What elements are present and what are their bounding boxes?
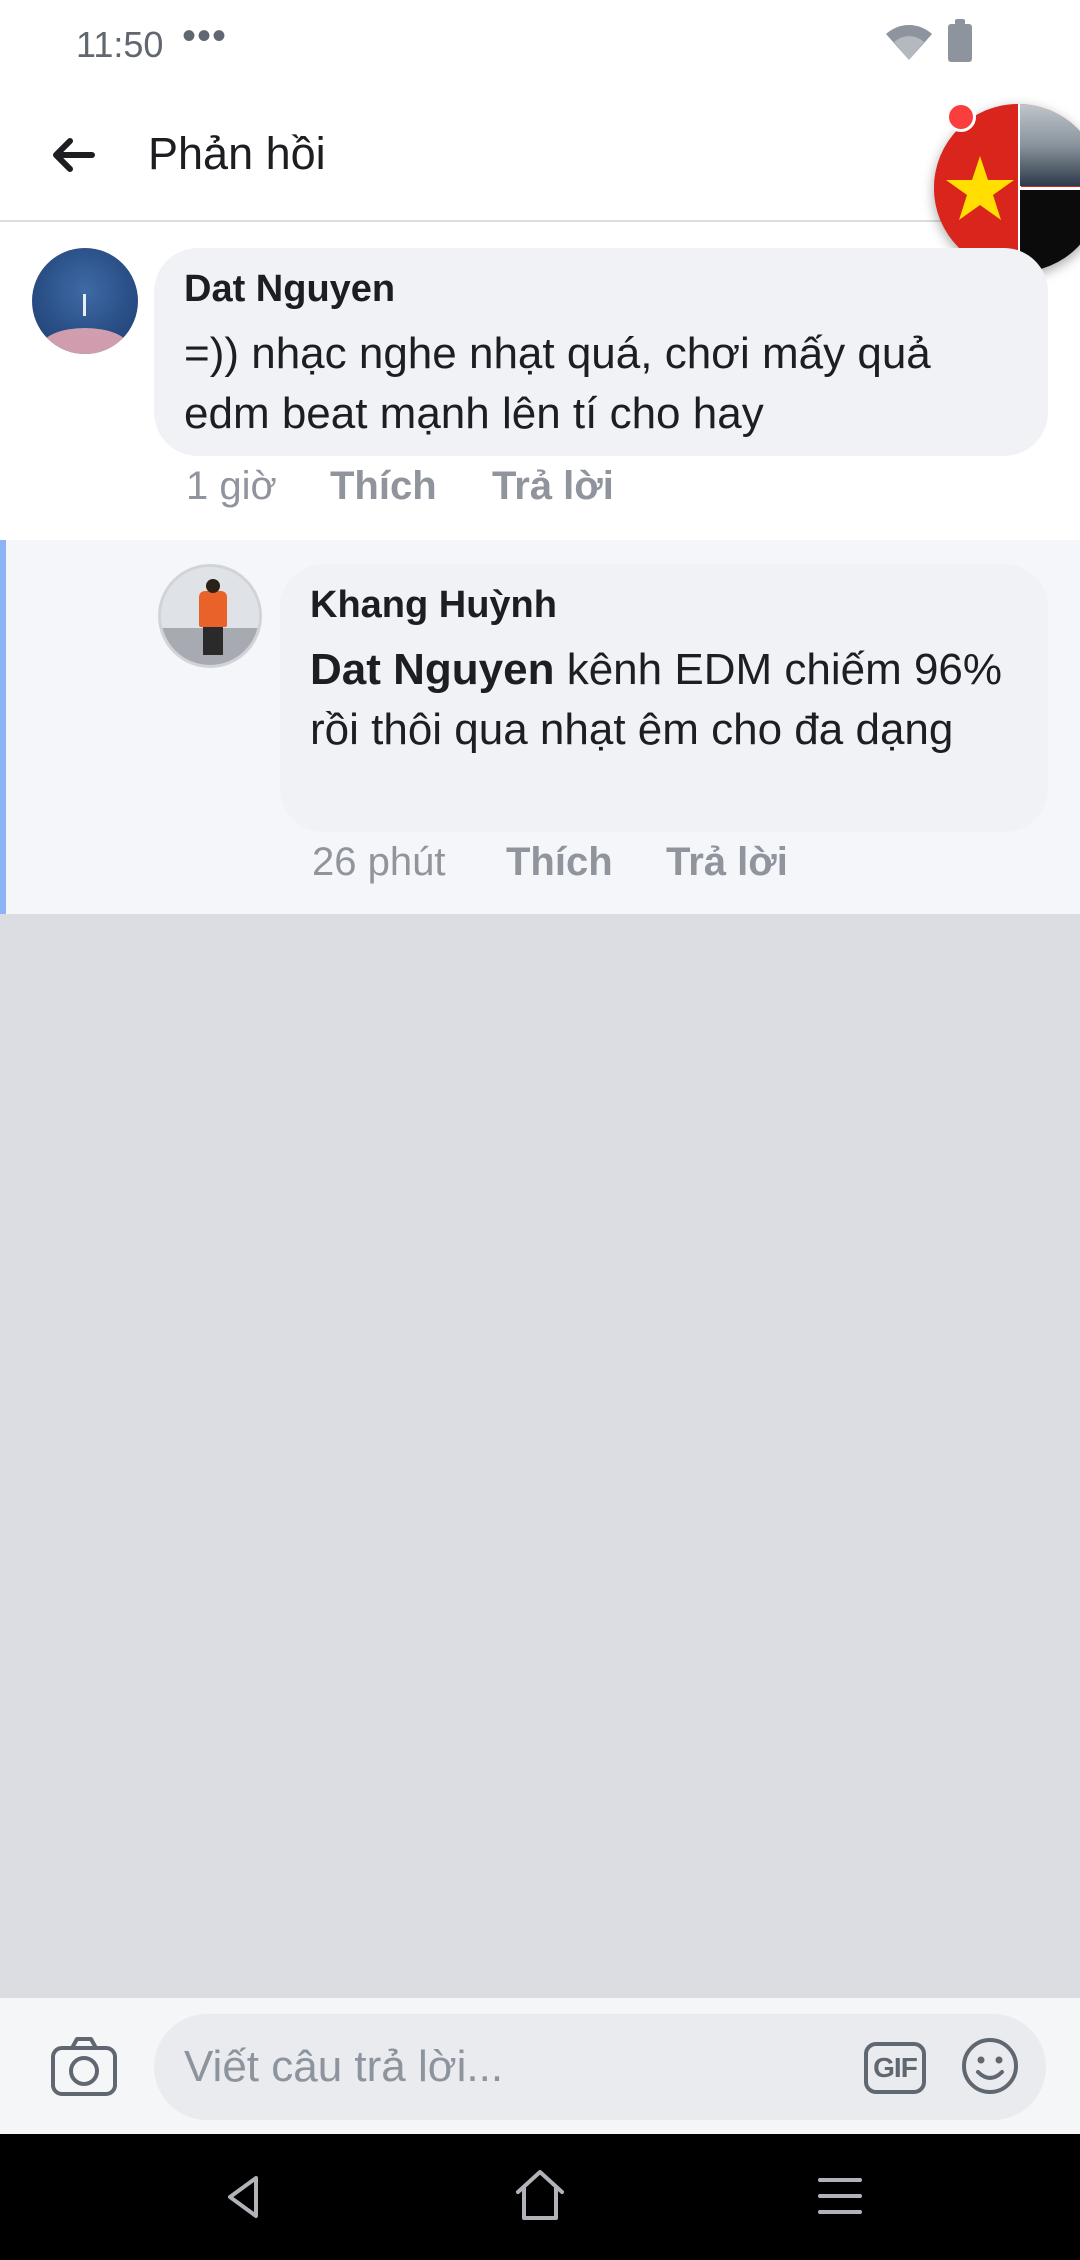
nav-menu-icon[interactable] <box>818 2176 862 2216</box>
nav-back-icon[interactable] <box>220 2172 270 2222</box>
empty-content-area <box>0 914 1080 1996</box>
reply-button[interactable]: Trả lời <box>492 464 614 509</box>
avatar[interactable] <box>158 564 262 668</box>
like-button[interactable]: Thích <box>506 840 613 885</box>
reply-author[interactable]: Khang Huỳnh <box>310 584 557 627</box>
reply-time: 26 phút <box>312 840 446 884</box>
page-title: Phản hồi <box>148 128 326 179</box>
reply-composer: GIF <box>0 1996 1080 2134</box>
comment-text: =)) nhạc nghe nhạt quá, chơi mấy quả edm… <box>184 329 931 438</box>
wifi-icon <box>886 25 932 60</box>
avatar-image-detail <box>42 328 128 354</box>
emoji-icon[interactable] <box>960 2036 1020 2096</box>
reply-input-container[interactable]: GIF <box>154 2014 1046 2120</box>
vietnam-flag-star-icon <box>934 104 1018 272</box>
chat-head-photo <box>1020 104 1080 186</box>
comment-bubble[interactable]: Dat Nguyen =)) nhạc nghe nhạt quá, chơi … <box>154 248 1048 456</box>
status-more-dots: ••• <box>182 14 228 58</box>
comment-author[interactable]: Dat Nguyen <box>184 268 395 311</box>
comment-time: 1 giờ <box>186 464 277 508</box>
nav-home-icon[interactable] <box>514 2168 566 2222</box>
camera-icon[interactable] <box>50 2034 118 2098</box>
mention-link[interactable]: Dat Nguyen <box>310 645 554 694</box>
avatar-image-detail <box>199 591 227 627</box>
reply-input[interactable] <box>184 2014 824 2120</box>
avatar-image-detail <box>206 579 220 593</box>
system-nav-bar <box>0 2134 1080 2260</box>
status-bar: 11:50 ••• <box>0 0 1080 88</box>
reply-bubble[interactable]: Khang Huỳnh Dat Nguyen kênh EDM chiếm 96… <box>280 564 1048 832</box>
avatar[interactable] <box>32 248 138 354</box>
chat-head-notification-badge <box>946 102 976 132</box>
gif-button[interactable]: GIF <box>864 2042 926 2094</box>
app-header: Phản hồi <box>0 88 1080 222</box>
back-button[interactable] <box>40 122 106 188</box>
avatar-image-detail <box>83 294 86 316</box>
reply-button[interactable]: Trả lời <box>666 840 788 885</box>
avatar-image-detail <box>203 625 223 655</box>
reply-text: Dat Nguyen kênh EDM chiếm 96% rồi thôi q… <box>310 640 1030 760</box>
status-time: 11:50 <box>76 24 164 65</box>
like-button[interactable]: Thích <box>330 464 437 509</box>
battery-icon <box>948 19 972 62</box>
